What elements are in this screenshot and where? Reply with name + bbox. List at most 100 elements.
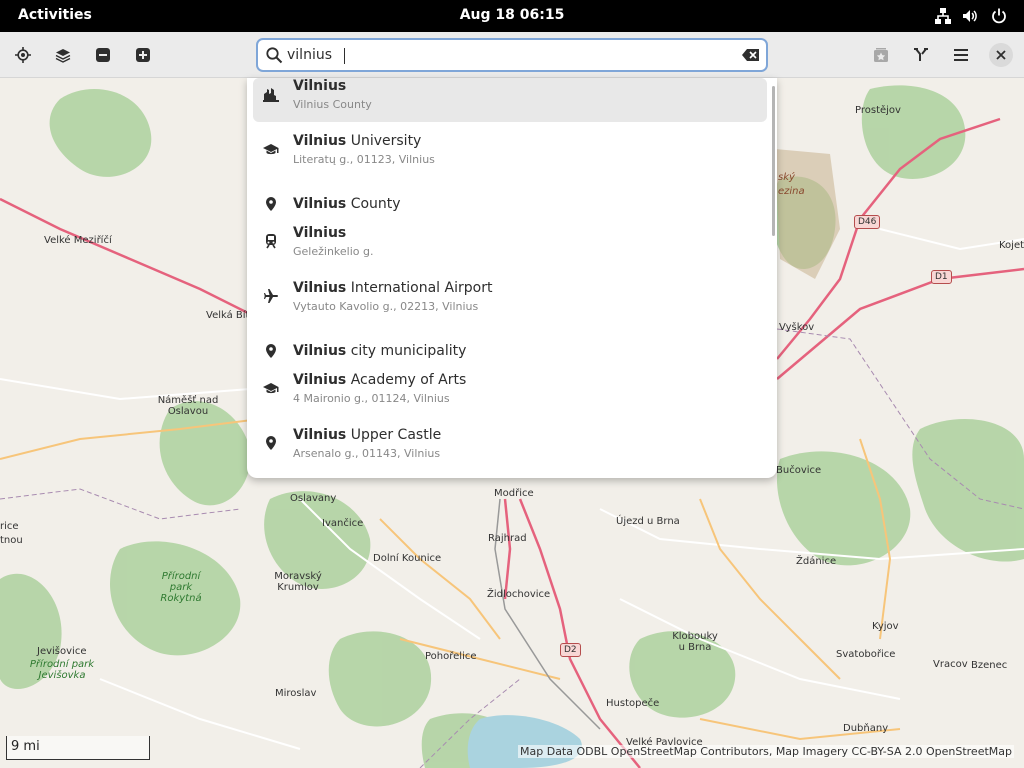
result-title-match: Vilnius — [293, 372, 347, 388]
search-result-item[interactable]: Vilnius Vilnius County — [253, 78, 767, 122]
park-label: Přírodní park Rokytná — [160, 571, 202, 604]
search-input[interactable] — [287, 45, 727, 65]
search-results-popover: Vilnius Vilnius County Vilnius University L… — [247, 78, 777, 478]
volume-icon[interactable] — [961, 7, 979, 25]
map-label: Prostějov — [855, 105, 901, 116]
result-subtitle: Vilnius County — [293, 98, 372, 111]
search-result-item[interactable]: Vilnius Academy of Arts 4 Maironio g., 01… — [253, 372, 767, 416]
map-label: Rajhrad — [488, 533, 527, 544]
map-label: Jevišovice — [37, 646, 87, 657]
zoom-out-button[interactable] — [88, 40, 118, 70]
map-label: Velké Meziříčí — [44, 235, 112, 246]
map-label: ezina — [778, 186, 805, 197]
layers-button[interactable] — [48, 40, 78, 70]
road-shield: D2 — [560, 643, 581, 657]
map-attribution: Map Data ODBL OpenStreetMap Contributors… — [518, 745, 1014, 758]
search-box[interactable] — [256, 38, 768, 72]
map-label: Dolní Kounice — [373, 553, 442, 564]
network-icon[interactable] — [934, 7, 952, 25]
result-subtitle: Arsenalo g., 01143, Vilnius — [293, 447, 441, 460]
map-label: Bzenec — [971, 660, 1008, 671]
route-icon — [914, 48, 928, 61]
activities-button[interactable]: Activities — [18, 7, 92, 23]
result-title-rest: International Airport — [346, 280, 493, 296]
clock[interactable]: Aug 18 06:15 — [460, 7, 565, 23]
clear-text-icon[interactable] — [742, 48, 760, 62]
zoom-in-button[interactable] — [128, 40, 158, 70]
search-result-item[interactable]: Vilnius University Literatų g., 01123, Vi… — [253, 133, 767, 177]
search-result-item[interactable]: Vilnius County — [253, 188, 767, 218]
education-icon — [263, 141, 279, 157]
scrollbar[interactable] — [772, 86, 775, 236]
main-menu-button[interactable] — [946, 40, 976, 70]
result-title-match: Vilnius — [293, 133, 347, 149]
result-title-rest: Academy of Arts — [346, 372, 467, 388]
result-title-match: Vilnius — [293, 343, 347, 359]
city-icon — [263, 86, 279, 102]
result-title: Vilnius Upper Castle — [293, 427, 441, 443]
zoom-out-icon — [96, 48, 110, 62]
search-result-item[interactable]: Vilnius Upper Castle Arsenalo g., 01143, … — [253, 427, 767, 471]
favorites-button[interactable] — [866, 40, 896, 70]
map-label: Vyškov — [779, 322, 815, 333]
map-label: Modřice — [494, 488, 534, 499]
road-shield: D1 — [931, 270, 952, 284]
map-label: Ždánice — [796, 556, 837, 567]
zoom-in-icon — [136, 48, 150, 62]
map-label: Oslavany — [290, 493, 337, 504]
map-label: Miroslav — [275, 688, 317, 699]
search-result-item[interactable]: Vilnius city municipality — [253, 335, 767, 365]
scale-bar: 9 mi — [6, 736, 150, 760]
result-title-match: Vilnius — [293, 427, 347, 443]
clock-area: Aug 18 06:15 — [0, 7, 1024, 23]
map-label: Ivančice — [322, 518, 364, 529]
map-label: Pohořelice — [425, 651, 477, 662]
power-icon[interactable] — [990, 7, 1008, 25]
locate-button[interactable] — [8, 40, 38, 70]
route-button[interactable] — [906, 40, 936, 70]
map-label: Moravský Krumlov — [274, 571, 322, 593]
result-title: Vilnius city municipality — [293, 343, 466, 359]
search-icon — [266, 47, 283, 64]
locate-icon — [15, 47, 31, 63]
result-title: Vilnius Academy of Arts — [293, 372, 466, 388]
place-pin-icon — [263, 343, 279, 359]
map-label: rice — [0, 521, 19, 532]
top-bar: Activities Aug 18 06:15 — [0, 0, 1024, 32]
result-title: Vilnius — [293, 78, 346, 94]
map-label: ský — [778, 172, 795, 183]
map-label: Vracov — [933, 659, 968, 670]
search-result-item[interactable]: Vilnius Geležinkelio g. — [253, 225, 767, 269]
map-label: Bučovice — [776, 465, 822, 476]
result-subtitle: Vytauto Kavolio g., 02213, Vilnius — [293, 300, 479, 313]
close-window-button[interactable] — [989, 43, 1013, 67]
map-label: Hustopeče — [606, 698, 660, 709]
result-title-rest: city municipality — [346, 343, 467, 359]
map-label: Svatobořice — [836, 649, 896, 660]
result-subtitle: Literatų g., 01123, Vilnius — [293, 153, 435, 166]
education-icon — [263, 380, 279, 396]
place-pin-icon — [263, 196, 279, 212]
map-label: Kojet — [999, 240, 1024, 251]
result-title-rest: University — [346, 133, 422, 149]
search-result-item[interactable]: Vilnius International Airport Vytauto Kav… — [253, 280, 767, 324]
map-label: Kyjov — [872, 621, 899, 632]
result-title-match: Vilnius — [293, 196, 347, 212]
result-subtitle: Geležinkelio g. — [293, 245, 374, 258]
menu-icon — [954, 49, 968, 61]
map-label: Židlochovice — [487, 589, 551, 600]
result-title-match: Vilnius — [293, 78, 347, 94]
map-label: Náměšť nad Oslavou — [157, 395, 219, 417]
favorites-icon — [874, 48, 888, 62]
result-title-match: Vilnius — [293, 225, 347, 241]
map-label: Dubňany — [843, 723, 889, 734]
result-title: Vilnius University — [293, 133, 421, 149]
park-label: Přírodní park Jevišovka — [29, 659, 95, 681]
result-title-match: Vilnius — [293, 280, 347, 296]
close-icon — [996, 50, 1006, 60]
place-pin-icon — [263, 435, 279, 451]
map-label: Klobouky u Brna — [672, 631, 718, 653]
map-label: tnou — [0, 535, 23, 546]
train-icon — [263, 233, 279, 249]
result-title: Vilnius International Airport — [293, 280, 492, 296]
